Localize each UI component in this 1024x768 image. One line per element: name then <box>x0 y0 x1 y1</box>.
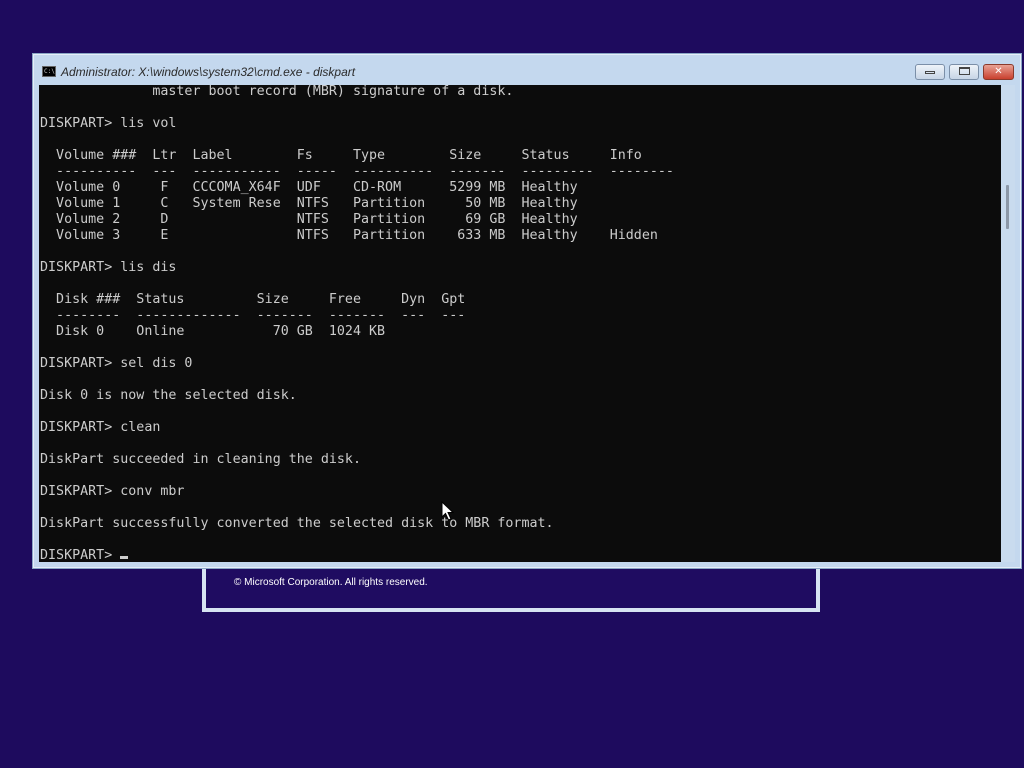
console-line: DiskPart succeeded in cleaning the disk. <box>40 452 361 467</box>
window-title: Administrator: X:\windows\system32\cmd.e… <box>61 65 356 79</box>
console-line: Volume 3 E NTFS Partition 633 MB Healthy… <box>40 228 658 243</box>
title-bar[interactable]: C:\ Administrator: X:\windows\system32\c… <box>33 54 1021 86</box>
close-icon: ✕ <box>994 66 1003 77</box>
mouse-pointer-icon <box>441 501 455 521</box>
console-line: Volume 1 C System Rese NTFS Partition 50… <box>40 196 578 211</box>
text-cursor <box>120 556 129 559</box>
console-line: Disk ### Status Size Free Dyn Gpt <box>40 292 466 307</box>
console-line: Volume 0 F CCCOMA_X64F UDF CD-ROM 5299 M… <box>40 180 578 195</box>
console-line: DISKPART> lis vol <box>40 116 177 131</box>
console-line: DISKPART> conv mbr <box>40 484 185 499</box>
minimize-button[interactable] <box>915 64 945 80</box>
console-text: master boot record (MBR) signature of a … <box>40 85 674 562</box>
maximize-button[interactable] <box>949 64 979 80</box>
console-line: master boot record (MBR) signature of a … <box>40 85 514 99</box>
console-line: -------- ------------- ------- ------- -… <box>40 308 466 323</box>
console-line: Volume 2 D NTFS Partition 69 GB Healthy <box>40 212 578 227</box>
console-line: Volume ### Ltr Label Fs Type Size Status… <box>40 148 642 163</box>
console-line: DISKPART> clean <box>40 420 161 435</box>
maximize-icon <box>958 67 970 75</box>
console-prompt-line[interactable]: DISKPART> <box>40 548 674 562</box>
minimize-icon <box>925 71 935 74</box>
console-line: DISKPART> lis dis <box>40 260 177 275</box>
console-line: Disk 0 Online 70 GB 1024 KB <box>40 324 386 339</box>
console-line: Disk 0 is now the selected disk. <box>40 388 297 403</box>
close-button[interactable]: ✕ <box>983 64 1014 80</box>
vertical-scrollbar[interactable] <box>1001 85 1015 562</box>
cmd-icon[interactable]: C:\ <box>42 66 56 77</box>
desktop-background: © Microsoft Corporation. All rights rese… <box>0 0 1024 768</box>
console-output[interactable]: master boot record (MBR) signature of a … <box>39 85 1001 562</box>
copyright-text: © Microsoft Corporation. All rights rese… <box>234 577 428 588</box>
console-line: DiskPart successfully converted the sele… <box>40 516 554 531</box>
console-line: DISKPART> sel dis 0 <box>40 356 193 371</box>
console-prompt: DISKPART> <box>40 548 121 562</box>
console-line: ---------- --- ----------- ----- -------… <box>40 164 674 179</box>
command-prompt-window[interactable]: C:\ Administrator: X:\windows\system32\c… <box>32 53 1022 569</box>
scrollbar-thumb[interactable] <box>1006 185 1009 229</box>
cmd-icon-glyph: C:\ <box>44 68 55 75</box>
